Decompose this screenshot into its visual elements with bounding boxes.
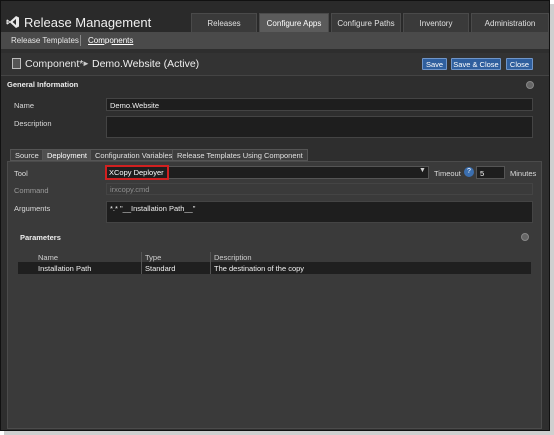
- app-window: Release Management Releases Configure Ap…: [0, 0, 550, 431]
- visual-studio-logo-icon: [6, 16, 19, 28]
- tab-releases[interactable]: Releases: [191, 13, 257, 32]
- table-row[interactable]: Installation Path Standard The destinati…: [18, 262, 531, 274]
- timeout-unit: Minutes: [510, 169, 537, 178]
- subnav-release-templates[interactable]: Release Templates: [11, 36, 79, 45]
- parameters-title: Parameters: [20, 233, 61, 242]
- param-name: Installation Path: [38, 264, 92, 273]
- column-divider: [141, 252, 142, 262]
- column-divider: [141, 262, 142, 274]
- section-title: General Information: [7, 80, 79, 89]
- breadcrumb-root[interactable]: Component*: [25, 58, 83, 70]
- param-type: Standard: [145, 264, 176, 273]
- column-divider: [210, 262, 211, 274]
- tab-administration[interactable]: Administration: [471, 13, 549, 32]
- tool-highlight-box: [105, 165, 169, 180]
- tab-configuration-variables[interactable]: Configuration Variables: [90, 149, 178, 161]
- title-bar: Release Management Releases Configure Ap…: [1, 1, 549, 32]
- collapse-icon[interactable]: [526, 81, 534, 89]
- active-subnav-caret: [104, 44, 112, 49]
- column-description[interactable]: Description: [214, 253, 252, 262]
- page-title: Demo.Website (Active): [92, 58, 200, 70]
- arguments-label: Arguments: [14, 204, 51, 213]
- app-title: Release Management: [24, 15, 152, 30]
- tab-configure-paths[interactable]: Configure Paths: [331, 13, 401, 32]
- close-button[interactable]: Close: [506, 58, 533, 70]
- component-icon: [12, 58, 21, 69]
- name-label: Name: [14, 101, 35, 110]
- tab-inventory[interactable]: Inventory: [403, 13, 469, 32]
- save-button[interactable]: Save: [422, 58, 447, 70]
- column-divider: [210, 252, 211, 262]
- tab-source[interactable]: Source: [10, 149, 44, 161]
- arguments-field[interactable]: *.* "__Installation Path__": [106, 201, 533, 223]
- save-close-button[interactable]: Save & Close: [451, 58, 501, 70]
- description-label: Description: [14, 119, 52, 128]
- name-field[interactable]: Demo.Website: [106, 98, 533, 111]
- description-field[interactable]: [106, 116, 533, 138]
- sub-navigation: Release Templates Components: [1, 32, 549, 49]
- tab-release-templates-using-component[interactable]: Release Templates Using Component: [172, 149, 308, 161]
- column-name[interactable]: Name: [38, 253, 58, 262]
- timeout-label: Timeout: [434, 169, 461, 178]
- command-field: irxcopy.cmd: [106, 183, 533, 195]
- tab-deployment[interactable]: Deployment: [42, 149, 93, 161]
- tool-label: Tool: [14, 169, 28, 178]
- command-label: Command: [14, 186, 49, 195]
- subnav-divider: [80, 35, 81, 46]
- tab-configure-apps[interactable]: Configure Apps: [259, 13, 329, 32]
- breadcrumb-arrow-icon: ►: [82, 59, 90, 68]
- column-type[interactable]: Type: [145, 253, 161, 262]
- chevron-down-icon[interactable]: ▼: [419, 167, 426, 174]
- param-description: The destination of the copy: [214, 264, 305, 273]
- timeout-field[interactable]: 5: [476, 166, 505, 179]
- help-icon[interactable]: ?: [464, 167, 474, 177]
- parameters-collapse-icon[interactable]: [521, 233, 529, 241]
